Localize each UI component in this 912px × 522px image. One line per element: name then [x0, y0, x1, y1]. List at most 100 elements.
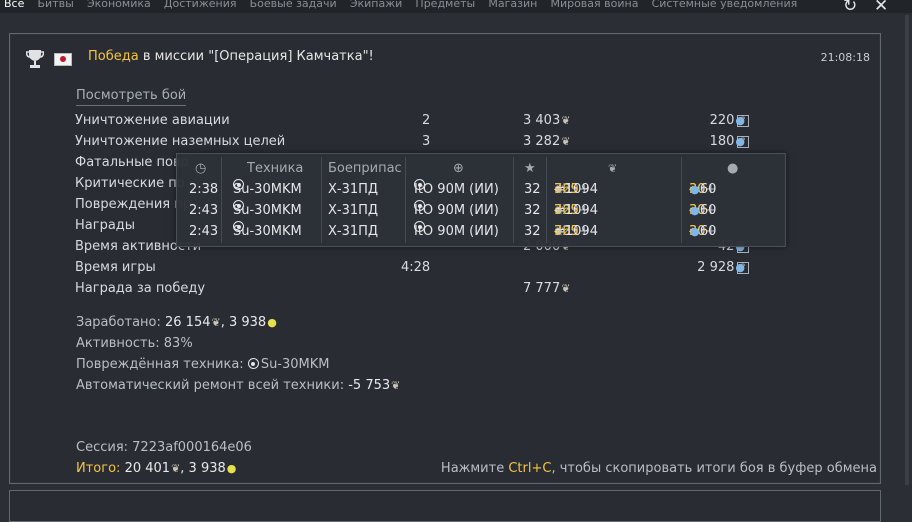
silver-lion-icon: ❦	[555, 204, 565, 217]
research-point-icon: ●	[690, 204, 700, 217]
target-name: ItO 90M (ИИ)	[414, 203, 499, 218]
row-count: 2	[422, 113, 431, 128]
help-icon[interactable]: ?	[737, 136, 749, 148]
row-silver: 3 403❦	[523, 110, 570, 131]
message-icons	[26, 48, 73, 70]
hint-text: Нажмите	[440, 461, 509, 476]
silver-value: 7 777	[523, 281, 561, 296]
kill-time: 2:38	[189, 182, 219, 197]
silver-lion-icon: ❦	[555, 225, 565, 238]
earned-line: Заработано: 26 154❦, 3 938●	[76, 315, 277, 330]
bulb-icon: ●	[226, 462, 237, 475]
tab-shop[interactable]: Магазин	[488, 0, 537, 12]
earned-silver: 26 154	[165, 315, 211, 330]
summary-block: Заработано: 26 154❦, 3 938● Активность: …	[76, 312, 400, 396]
hint-key: Ctrl+C	[508, 461, 552, 476]
col-ammo: Боеприпас	[328, 161, 402, 176]
total-label: Итого:	[76, 461, 121, 476]
kill-ammo: Х-31ПД	[328, 203, 379, 218]
research-point-icon: ●	[690, 183, 700, 196]
repair-value: -5 753	[348, 378, 391, 393]
activity-line: Активность: 83%	[76, 336, 193, 351]
damaged-vehicle: Su-30MKM	[260, 357, 330, 372]
silver-value: 3 403	[523, 113, 561, 128]
scrollbar[interactable]	[905, 15, 909, 485]
target-name: ItO 90M (ИИ)	[414, 182, 499, 197]
col-vehicle: Техника	[247, 161, 304, 176]
row-silver: 3 282❦	[523, 131, 570, 152]
rp-value: 180	[709, 134, 735, 149]
tab-battle-tasks[interactable]: Боевые задачи	[250, 0, 337, 12]
refresh-icon[interactable]: ↻	[843, 0, 857, 13]
kill-ammo: Х-31ПД	[328, 224, 379, 239]
vehicle-icon	[247, 358, 259, 369]
repair-label: Автоматический ремонт всей техники:	[76, 378, 349, 393]
kill-details-tooltip: ◷ Техника Боеприпас ⊕ ★ ❦ ● 2:38 Su-30MK…	[176, 153, 786, 247]
close-icon[interactable]: ✕	[874, 0, 888, 13]
trophy-icon	[26, 50, 44, 68]
row-label: Время игры	[75, 260, 156, 275]
kill-time: 2:43	[189, 203, 219, 218]
row-label: Уничтожение наземных целей	[75, 134, 286, 149]
bulb-icon: ●	[727, 161, 739, 176]
crosshair-icon: ⊕	[453, 161, 464, 176]
table-row: Время игры 4:28 2 928● ?	[75, 257, 875, 278]
silver-lion-icon: ❦	[561, 114, 571, 127]
silver-lion-icon: ❦	[608, 162, 618, 175]
damaged-label: Повреждённая техника:	[76, 357, 248, 372]
vehicle-name: Su-30MKM	[233, 182, 302, 197]
target-name: ItO 90M (ИИ)	[414, 224, 499, 239]
battle-result-card: Победа в миссии "[Операция] Камчатка"! 2…	[9, 33, 881, 484]
row-label: Повреждения пр	[75, 197, 191, 212]
silver-lion-icon: ❦	[561, 282, 571, 295]
rp-value: 2 928	[697, 260, 735, 275]
tab-system-notifications[interactable]: Системные уведомления	[652, 0, 798, 12]
tab-world-war[interactable]: Мировая война	[550, 0, 638, 12]
message-time: 21:08:18	[820, 51, 870, 64]
tab-achievements[interactable]: Достижения	[164, 0, 237, 12]
row-count: 3	[422, 134, 431, 149]
damaged-line: Повреждённая техника: Su-30MKM	[76, 354, 400, 375]
tab-all[interactable]: Все	[4, 0, 24, 12]
row-label: Награда за победу	[75, 281, 206, 296]
table-row: Уничтожение наземных целей 3 3 282❦ 180●…	[75, 131, 875, 152]
silver-lion-icon: ❦	[171, 462, 181, 475]
row-label: Критические по	[75, 176, 185, 191]
tab-economy[interactable]: Экономика	[87, 0, 151, 12]
row-silver: 7 777❦	[523, 278, 570, 299]
kill-ammo: Х-31ПД	[328, 182, 379, 197]
tooltip-row: 2:43 Su-30MKM Х-31ПД ItO 90M (ИИ) 32 729…	[177, 221, 785, 242]
total-silver: 20 401	[124, 461, 171, 476]
mission-text: в миссии "[Операция] Камчатка"!	[138, 49, 374, 64]
session-block: Сессия: 7223af000164e06 Итого: 20 401❦, …	[76, 437, 252, 479]
kill-score: 32	[524, 182, 541, 197]
victory-label: Победа	[88, 49, 139, 64]
tooltip-header: ◷ Техника Боеприпас ⊕ ★ ❦ ●	[177, 158, 785, 179]
tab-items[interactable]: Предметы	[415, 0, 475, 12]
kill-score: 32	[524, 224, 541, 239]
silver-lion-icon: ❦	[211, 316, 221, 329]
kill-time: 2:43	[189, 224, 219, 239]
copy-hint: Нажмите Ctrl+C, чтобы скопировать итоги …	[441, 458, 877, 479]
silver-lion-icon: ❦	[555, 183, 565, 196]
tooltip-row: 2:43 Su-30MKM Х-31ПД ItO 90M (ИИ) 32 729…	[177, 200, 785, 221]
top-bar: Все Битвы Экономика Достижения Боевые за…	[0, 0, 912, 13]
help-icon[interactable]: ?	[737, 115, 749, 127]
rp-value: 220	[709, 113, 735, 128]
tab-crews[interactable]: Экипажи	[350, 0, 402, 12]
kill-score: 32	[524, 203, 541, 218]
earned-label: Заработано:	[76, 315, 165, 330]
message-headline: Победа в миссии "[Операция] Камчатка"!	[88, 49, 374, 64]
earned-rp: 3 938	[228, 315, 267, 330]
tab-strip: Все Битвы Экономика Достижения Боевые за…	[0, 0, 806, 12]
row-label: Награды	[75, 218, 136, 233]
japan-flag-icon	[54, 52, 73, 66]
help-icon[interactable]: ?	[737, 262, 749, 274]
table-row: Награда за победу 7 777❦	[75, 278, 875, 299]
row-label: Фатальные повр	[75, 155, 189, 170]
vehicle-name: Su-30MKM	[233, 203, 302, 218]
view-battle-link[interactable]: Посмотреть бой	[76, 88, 187, 106]
timer-icon: ◷	[195, 161, 207, 176]
tab-battles[interactable]: Битвы	[38, 0, 74, 12]
vehicle-name: Su-30MKM	[233, 224, 302, 239]
